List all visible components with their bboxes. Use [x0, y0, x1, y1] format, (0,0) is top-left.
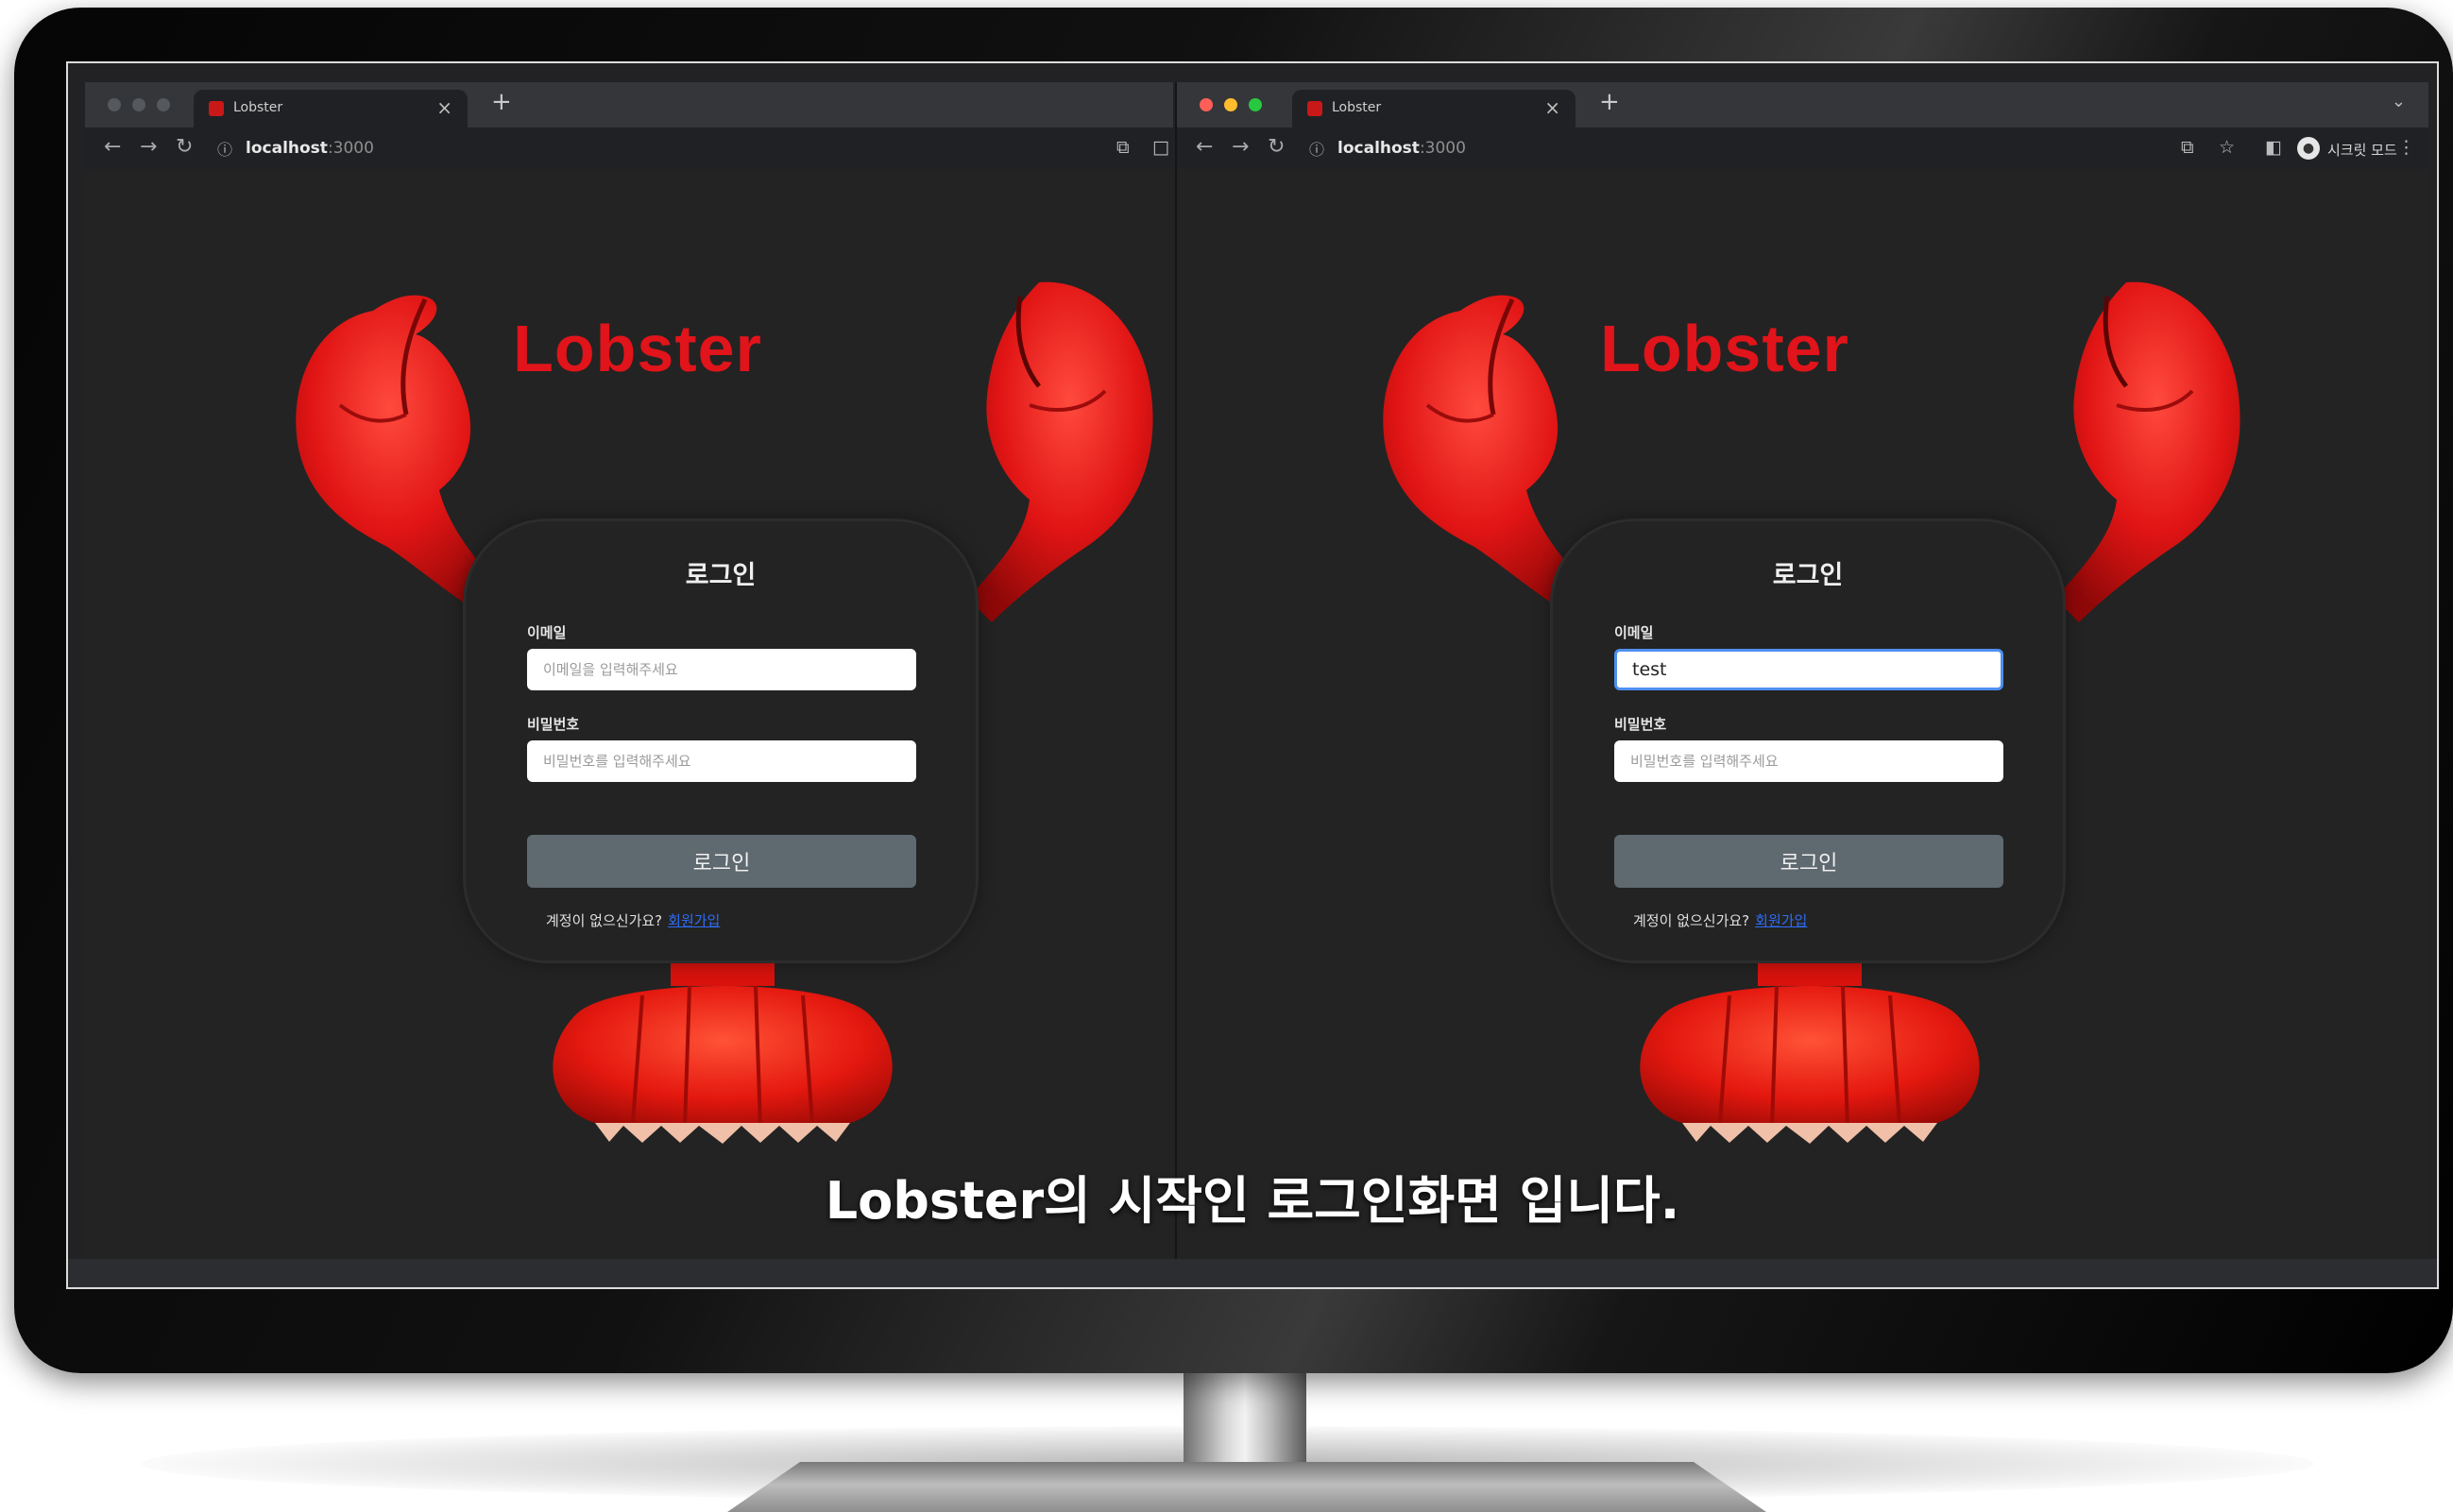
maximize-window-button[interactable] — [157, 98, 170, 111]
browser-tab[interactable]: Lobster × — [194, 90, 468, 127]
signup-row: 계정이 없으신가요? 회원가입 — [1633, 910, 1807, 930]
email-label: 이메일 — [1614, 624, 1654, 641]
side-panel-icon[interactable]: ◧ — [2265, 137, 2282, 158]
forward-arrow-icon[interactable]: → — [140, 135, 157, 159]
password-field[interactable] — [527, 740, 916, 782]
tab-title: Lobster — [1332, 100, 1382, 115]
browser-window-right: Lobster × + ⌄ ← → ↻ ⓘ localhost :3000 ⧉ … — [1175, 82, 2428, 1272]
lobster-tail-image — [1640, 958, 1980, 1144]
address-bar: ← → ↻ ⓘ localhost :3000 ⧉ ☆ ◧ ● 시크릿 모드 ⋮ — [1177, 127, 2428, 170]
url-host: localhost — [246, 139, 328, 158]
window-edge-icon: □ — [1152, 137, 1169, 158]
maximize-window-button[interactable] — [1249, 98, 1262, 111]
password-label: 비밀번호 — [527, 716, 580, 733]
screen-bottom-bar — [68, 1259, 2437, 1287]
app-title: Lobster — [1600, 312, 1849, 385]
lobster-favicon-icon — [209, 101, 224, 116]
window-controls — [108, 98, 170, 111]
login-heading: 로그인 — [1772, 561, 1844, 590]
right-claw-image — [968, 281, 1153, 622]
minimize-window-button[interactable] — [1224, 98, 1237, 111]
close-window-button[interactable] — [1200, 98, 1213, 111]
chevron-down-icon[interactable]: ⌄ — [2392, 92, 2406, 111]
more-menu-icon[interactable]: ⋮ — [2397, 137, 2415, 158]
star-icon[interactable]: ☆ — [2219, 137, 2235, 158]
close-tab-icon[interactable]: × — [1544, 96, 1560, 119]
lobster-favicon-icon — [1307, 101, 1322, 116]
login-page: Lobster 로그인 이메일 비밀번호 로그인 계정이 없으신가요? 회원가입 — [85, 169, 1173, 1272]
right-claw-image — [2055, 281, 2240, 622]
app-title: Lobster — [513, 312, 762, 385]
reload-icon[interactable]: ↻ — [1268, 135, 1285, 159]
translate-icon[interactable]: ⧉ — [1116, 137, 1130, 158]
translate-icon[interactable]: ⧉ — [2181, 137, 2194, 158]
info-icon[interactable]: ⓘ — [217, 137, 232, 160]
login-page: Lobster 로그인 이메일 비밀번호 로그인 계정이 없으신가요? 회원가입 — [1177, 169, 2428, 1272]
login-heading: 로그인 — [685, 561, 757, 590]
monitor-stand-base — [727, 1462, 1766, 1512]
info-icon[interactable]: ⓘ — [1309, 137, 1324, 160]
reload-icon[interactable]: ↻ — [176, 135, 193, 159]
back-arrow-icon[interactable]: ← — [104, 135, 121, 159]
forward-arrow-icon[interactable]: → — [1232, 135, 1249, 159]
incognito-icon[interactable]: ● — [2297, 137, 2320, 160]
monitor-bezel: Lobster × + ← → ↻ ⓘ localhost :3000 ⧉ □ — [14, 8, 2453, 1373]
browser-window-left: Lobster × + ← → ↻ ⓘ localhost :3000 ⧉ □ — [85, 82, 1173, 1272]
login-button[interactable]: 로그인 — [1614, 835, 2003, 888]
close-tab-icon[interactable]: × — [436, 96, 452, 119]
signup-prompt: 계정이 없으신가요? — [1633, 912, 1750, 929]
signup-prompt: 계정이 없으신가요? — [546, 912, 663, 929]
password-field[interactable] — [1614, 740, 2003, 782]
new-tab-button[interactable]: + — [1599, 88, 1620, 116]
url-port: :3000 — [327, 139, 374, 158]
url-field[interactable]: ⓘ localhost :3000 — [217, 133, 374, 163]
browser-tab[interactable]: Lobster × — [1292, 90, 1576, 127]
signup-row: 계정이 없으신가요? 회원가입 — [546, 910, 720, 930]
email-field[interactable] — [527, 649, 916, 690]
signup-link[interactable]: 회원가입 — [668, 912, 720, 929]
tab-bar: Lobster × + ⌄ — [1177, 82, 2428, 127]
lobster-tail-image — [553, 958, 893, 1144]
signup-link[interactable]: 회원가입 — [1755, 912, 1807, 929]
window-controls — [1200, 98, 1262, 111]
tab-bar: Lobster × + — [85, 82, 1173, 127]
back-arrow-icon[interactable]: ← — [1196, 135, 1213, 159]
email-label: 이메일 — [527, 624, 567, 641]
login-card: 로그인 이메일 비밀번호 로그인 계정이 없으신가요? 회원가입 — [1550, 518, 2066, 963]
new-tab-button[interactable]: + — [491, 88, 512, 116]
url-host: localhost — [1337, 139, 1420, 158]
password-label: 비밀번호 — [1614, 716, 1667, 733]
minimize-window-button[interactable] — [132, 98, 145, 111]
email-field[interactable] — [1614, 649, 2003, 690]
url-field[interactable]: ⓘ localhost :3000 — [1309, 133, 1466, 163]
address-bar: ← → ↻ ⓘ localhost :3000 ⧉ □ — [85, 127, 1173, 170]
login-button[interactable]: 로그인 — [527, 835, 916, 888]
tab-title: Lobster — [233, 100, 283, 115]
url-port: :3000 — [1419, 139, 1466, 158]
monitor-stand-neck — [1184, 1368, 1306, 1471]
video-caption: Lobster의 시작인 로그인화면 입니다. — [825, 1171, 1680, 1231]
profile-label[interactable]: 시크릿 모드 — [2327, 140, 2397, 160]
login-card: 로그인 이메일 비밀번호 로그인 계정이 없으신가요? 회원가입 — [463, 518, 979, 963]
close-window-button[interactable] — [108, 98, 121, 111]
monitor-screen: Lobster × + ← → ↻ ⓘ localhost :3000 ⧉ □ — [66, 61, 2439, 1289]
